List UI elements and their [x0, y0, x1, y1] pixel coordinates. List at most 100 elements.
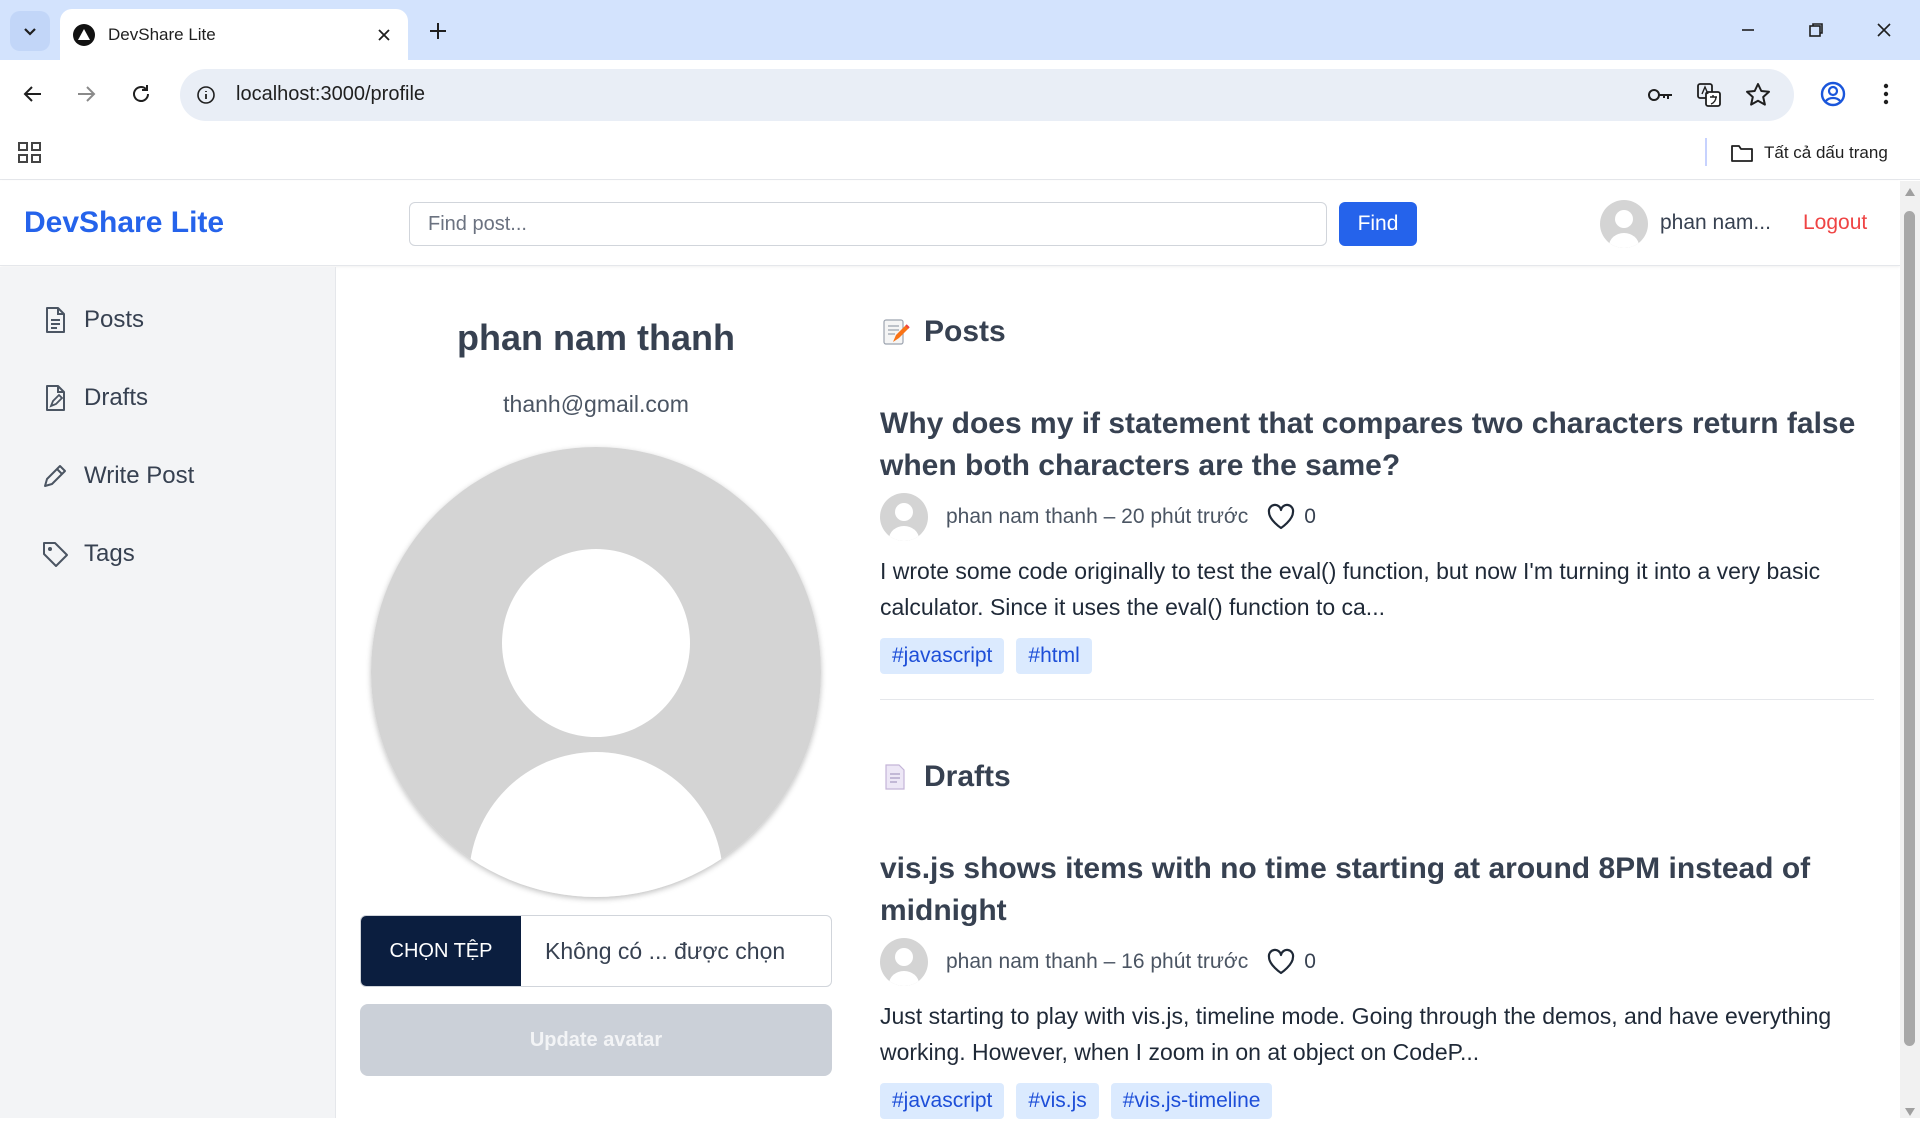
avatar — [880, 938, 928, 986]
post-meta: phan nam thanh – 16 phút trước 0 — [880, 938, 1316, 986]
reload-icon — [133, 85, 149, 102]
browser-tab[interactable]: DevShare Lite — [60, 9, 408, 60]
post-tags: #javascript #vis.js #vis.js-timeline — [880, 1083, 1273, 1119]
tag-chip[interactable]: #javascript — [880, 1083, 1005, 1119]
plus-icon — [430, 23, 446, 39]
bookmark-star-icon[interactable] — [1744, 81, 1772, 109]
pencil-icon — [44, 465, 66, 487]
arrow-left-icon — [23, 86, 41, 102]
update-avatar-button[interactable]: Update avatar — [360, 1004, 832, 1076]
sidebar-item-tags[interactable]: Tags — [40, 534, 135, 574]
sidebar-item-label: Write Post — [84, 462, 195, 489]
post-tags: #javascript #html — [880, 638, 1092, 674]
bookmarks-divider — [1705, 138, 1707, 166]
document-icon — [46, 307, 65, 333]
account-circle-icon — [1820, 81, 1846, 107]
draft-icon — [46, 385, 65, 411]
restore-icon — [1809, 23, 1823, 37]
page-scrollbar[interactable] — [1900, 181, 1920, 1118]
choose-file-button[interactable]: CHỌN TỆP — [361, 916, 521, 986]
scroll-thumb[interactable] — [1904, 211, 1915, 1046]
browser-profile-button[interactable] — [1813, 74, 1853, 114]
post-author-time: phan nam thanh – 16 phút trước — [946, 950, 1249, 973]
file-status-text: Không có ... được chọn — [545, 937, 786, 964]
scroll-up-arrow-icon[interactable] — [1904, 187, 1916, 197]
search-input[interactable] — [409, 202, 1327, 246]
all-bookmarks-label: Tất cả dấu trang — [1764, 143, 1888, 162]
like-count: 0 — [1304, 950, 1316, 973]
like-count: 0 — [1304, 505, 1316, 528]
browser-tabstrip: DevShare Lite — [0, 0, 1920, 60]
close-icon[interactable] — [372, 23, 396, 47]
avatar[interactable] — [1600, 200, 1648, 248]
user-placeholder-icon — [1600, 200, 1648, 248]
posts-section-title: Posts — [880, 315, 1006, 349]
browser-menu-button[interactable] — [1866, 74, 1906, 114]
profile-name: phan nam thanh — [457, 317, 735, 358]
avatar-file-input[interactable]: CHỌN TỆP Không có ... được chọn — [360, 915, 832, 987]
post-excerpt: Just starting to play with vis.js, timel… — [880, 1003, 1832, 1065]
folder-icon — [1731, 145, 1753, 162]
like-button[interactable]: 0 — [1266, 948, 1316, 976]
sidebar-item-drafts[interactable]: Drafts — [40, 378, 148, 418]
post-title[interactable]: Why does my if statement that compares t… — [880, 403, 1874, 487]
site-info-icon[interactable] — [194, 83, 218, 107]
sidebar-item-write-post[interactable]: Write Post — [40, 456, 194, 496]
translate-icon[interactable] — [1695, 81, 1723, 109]
forward-button[interactable] — [66, 74, 106, 114]
like-button[interactable]: 0 — [1266, 503, 1316, 531]
drafts-section-title: Drafts — [880, 760, 1011, 794]
page-icon — [885, 764, 905, 790]
user-placeholder-icon — [371, 447, 821, 897]
post-excerpt: I wrote some code originally to test the… — [880, 558, 1821, 620]
post-divider — [880, 699, 1874, 700]
profile-email: thanh@gmail.com — [503, 391, 689, 417]
password-key-icon[interactable] — [1646, 81, 1674, 109]
bookmarks-bar: Tất cả dấu trang — [0, 128, 1920, 180]
sidebar: Posts Drafts Write Post Tags — [0, 267, 336, 1118]
profile-avatar — [371, 447, 821, 897]
sidebar-item-label: Posts — [84, 306, 145, 333]
post-title[interactable]: vis.js shows items with no time starting… — [880, 848, 1874, 932]
scroll-down-arrow-icon[interactable] — [1904, 1107, 1916, 1117]
apps-grid-icon[interactable] — [17, 140, 43, 166]
minimize-button[interactable] — [1728, 10, 1768, 50]
section-title-label: Drafts — [924, 760, 1011, 793]
more-vertical-icon — [1883, 83, 1889, 105]
tag-chip[interactable]: #vis.js-timeline — [1110, 1083, 1273, 1119]
browser-toolbar: localhost:3000/profile — [0, 60, 1920, 128]
back-button[interactable] — [13, 74, 53, 114]
post-card: Why does my if statement that compares t… — [880, 403, 1874, 487]
header-username[interactable]: phan nam... — [1660, 211, 1771, 235]
memo-icon — [883, 319, 910, 345]
find-button[interactable]: Find — [1339, 202, 1417, 246]
address-bar[interactable]: localhost:3000/profile — [180, 69, 1794, 121]
tag-chip[interactable]: #html — [1016, 638, 1092, 674]
brand-logo[interactable]: DevShare Lite — [24, 206, 224, 240]
tag-chip[interactable]: #javascript — [880, 638, 1005, 674]
reload-button[interactable] — [121, 74, 161, 114]
heart-icon — [1268, 503, 1295, 530]
restore-button[interactable] — [1796, 10, 1836, 50]
user-placeholder-icon — [880, 938, 928, 986]
tag-chip[interactable]: #vis.js — [1016, 1083, 1099, 1119]
tab-search-button[interactable] — [10, 11, 50, 51]
tag-icon — [43, 542, 68, 567]
avatar — [880, 493, 928, 541]
new-tab-button[interactable] — [422, 15, 454, 47]
user-placeholder-icon — [880, 493, 928, 541]
close-window-button[interactable] — [1864, 10, 1904, 50]
logout-link[interactable]: Logout — [1803, 211, 1867, 235]
sidebar-item-posts[interactable]: Posts — [40, 300, 144, 340]
url-text[interactable]: localhost:3000/profile — [236, 83, 425, 106]
post-author-time: phan nam thanh – 20 phút trước — [946, 505, 1249, 528]
tab-title: DevShare Lite — [108, 24, 216, 44]
heart-icon — [1268, 948, 1295, 975]
minimize-icon — [1742, 29, 1754, 31]
close-icon — [1877, 23, 1891, 37]
draft-card: vis.js shows items with no time starting… — [880, 848, 1874, 932]
arrow-right-icon — [78, 86, 96, 102]
chevron-down-icon — [24, 28, 36, 36]
all-bookmarks-button[interactable]: Tất cả dấu trang — [1730, 138, 1888, 168]
app-root: DevShare Lite Find phan nam... Logout Po… — [0, 181, 1900, 1119]
